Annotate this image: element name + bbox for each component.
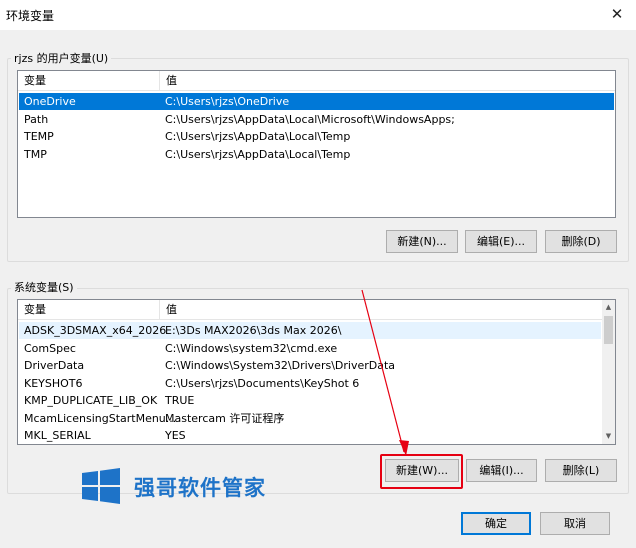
- variable-value: YES: [165, 429, 186, 442]
- variable-name: ADSK_3DSMAX_x64_2026: [24, 324, 167, 337]
- list-header: 变量 值: [18, 300, 615, 320]
- variable-value: TRUE: [165, 394, 195, 407]
- user-new-button[interactable]: 新建(N)...: [386, 230, 458, 253]
- variable-value: C:\Windows\system32\cmd.exe: [165, 341, 338, 355]
- system-delete-button[interactable]: 删除(L): [545, 459, 617, 482]
- variable-name: McamLicensingStartMenu...: [24, 411, 177, 425]
- column-header-variable[interactable]: 变量: [18, 71, 159, 91]
- variable-name: TEMP: [24, 130, 54, 143]
- table-row[interactable]: ComSpec C:\Windows\system32\cmd.exe: [19, 340, 601, 357]
- variable-value: C:\Users\rjzs\AppData\Local\Temp: [165, 130, 351, 143]
- table-row[interactable]: DriverData C:\Windows\System32\Drivers\Dr…: [19, 357, 601, 374]
- watermark-text: 强哥软件管家: [134, 476, 266, 500]
- table-row[interactable]: KMP_DUPLICATE_LIB_OK TRUE: [19, 392, 601, 409]
- arrow-down-icon[interactable]: ▼: [602, 430, 615, 443]
- table-row[interactable]: McamLicensingStartMenu... Mastercam 许可证程序: [19, 410, 601, 427]
- variable-name: TMP: [24, 147, 47, 161]
- annotation-highlight-box: [380, 454, 463, 489]
- window-title: 环境变量: [6, 9, 55, 23]
- windows-logo-icon: [82, 468, 120, 504]
- variable-value: Mastercam 许可证程序: [165, 411, 285, 425]
- variable-value: C:\Windows\System32\Drivers\DriverData: [165, 359, 396, 372]
- variable-value: C:\Users\rjzs\OneDrive: [165, 95, 290, 108]
- table-row[interactable]: MKL_SERIAL YES: [19, 427, 601, 444]
- user-variables-list[interactable]: 变量 值 OneDrive C:\Users\rjzs\OneDrive Path C…: [17, 70, 616, 218]
- column-header-value[interactable]: 值: [159, 300, 602, 320]
- cancel-button[interactable]: 取消: [540, 512, 610, 535]
- variable-value: C:\Users\rjzs\AppData\Local\Microsoft\Wi…: [165, 112, 455, 126]
- variable-name: KMP_DUPLICATE_LIB_OK: [24, 394, 158, 407]
- variable-value: C:\Users\rjzs\Documents\KeyShot 6: [165, 376, 360, 390]
- column-header-value[interactable]: 值: [159, 71, 615, 91]
- variable-name: KEYSHOT6: [24, 376, 83, 390]
- user-delete-button[interactable]: 删除(D): [545, 230, 617, 253]
- list-header: 变量 值: [18, 71, 615, 91]
- system-list-scrollbar[interactable]: ▲ ▼: [602, 300, 615, 444]
- system-variables-list[interactable]: 变量 值 ADSK_3DSMAX_x64_2026 E:\3Ds MAX2026\…: [17, 299, 616, 445]
- variable-name: ComSpec: [24, 341, 76, 355]
- user-edit-button[interactable]: 编辑(E)...: [465, 230, 537, 253]
- variable-name: MKL_SERIAL: [24, 429, 91, 442]
- table-row[interactable]: Path C:\Users\rjzs\AppData\Local\Microsof…: [19, 111, 614, 128]
- close-icon[interactable]: ✕: [606, 4, 628, 24]
- user-variables-label: rjzs 的用户变量(U): [11, 50, 112, 66]
- variable-value: C:\Users\rjzs\AppData\Local\Temp: [165, 147, 351, 161]
- table-row[interactable]: TEMP C:\Users\rjzs\AppData\Local\Temp: [19, 128, 614, 145]
- column-header-variable[interactable]: 变量: [18, 300, 159, 320]
- table-row[interactable]: ADSK_3DSMAX_x64_2026 E:\3Ds MAX2026\3ds M…: [19, 322, 601, 339]
- variable-name: Path: [24, 112, 49, 126]
- arrow-up-icon[interactable]: ▲: [602, 301, 615, 314]
- variable-value: E:\3Ds MAX2026\3ds Max 2026\: [165, 324, 342, 337]
- title-bar: 环境变量 ✕: [0, 0, 636, 30]
- variable-name: OneDrive: [24, 95, 76, 108]
- variable-name: DriverData: [24, 359, 85, 372]
- ok-button[interactable]: 确定: [461, 512, 531, 535]
- table-row[interactable]: TMP C:\Users\rjzs\AppData\Local\Temp: [19, 146, 614, 163]
- scrollbar-thumb[interactable]: [604, 316, 613, 344]
- table-row[interactable]: OneDrive C:\Users\rjzs\OneDrive: [19, 93, 614, 110]
- system-variables-label: 系统变量(S): [11, 279, 77, 295]
- table-row[interactable]: KEYSHOT6 C:\Users\rjzs\Documents\KeyShot …: [19, 375, 601, 392]
- system-edit-button[interactable]: 编辑(I)...: [466, 459, 537, 482]
